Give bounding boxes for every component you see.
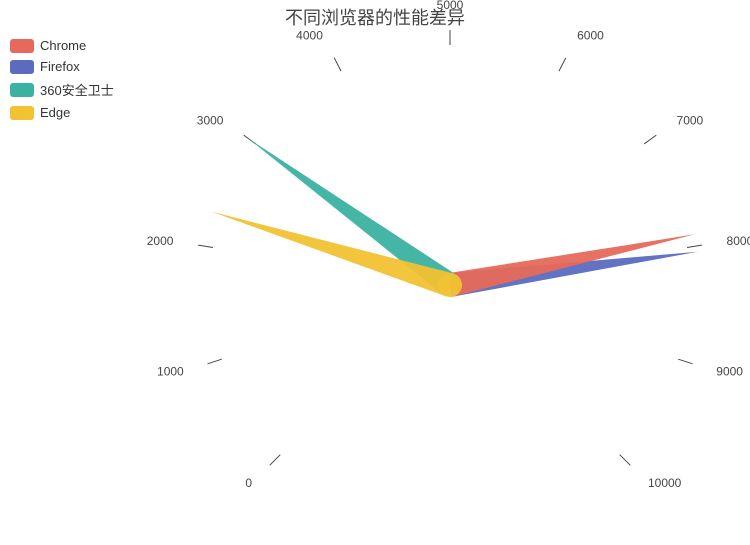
gauge-chart: 0100020003000400050006000700080009000100… [160,20,740,540]
legend-swatch [10,106,34,120]
gauge-tick-label: 1000 [157,365,184,379]
gauge-tick-label: 10000 [648,476,682,490]
gauge-needle [448,234,695,296]
gauge-cap [438,273,462,297]
legend: Chrome Firefox 360安全卫士 Edge [10,38,114,120]
legend-item-360[interactable]: 360安全卫士 [10,80,114,99]
gauge-tick-label: 4000 [296,29,323,43]
legend-item-edge[interactable]: Edge [10,105,114,120]
gauge-tick [678,359,692,364]
legend-label: Firefox [40,59,80,74]
gauge-tick [644,135,656,144]
legend-swatch [10,60,34,74]
gauge-tick [620,455,631,466]
gauge-tick-label: 5000 [437,0,464,12]
legend-swatch [10,39,34,53]
chart-root: 不同浏览器的性能差异 Chrome Firefox 360安全卫士 Edge 0… [0,0,750,545]
gauge-tick-label: 6000 [577,29,604,43]
legend-item-chrome[interactable]: Chrome [10,38,114,53]
gauge-tick [207,359,221,364]
gauge-tick-label: 7000 [677,113,704,127]
legend-label: 360安全卫士 [40,80,114,99]
gauge-tick [270,455,281,466]
gauge-tick-label: 2000 [147,234,174,248]
gauge-tick [334,58,341,71]
gauge-tick-label: 8000 [727,234,750,248]
gauge-tick [198,245,213,247]
legend-swatch [10,83,34,97]
gauge-tick-label: 3000 [197,113,224,127]
gauge-tick-label: 9000 [716,365,743,379]
gauge-tick [687,245,702,247]
legend-label: Edge [40,105,70,120]
gauge-tick-label: 0 [245,476,252,490]
gauge-tick [559,58,566,71]
legend-item-firefox[interactable]: Firefox [10,59,114,74]
legend-label: Chrome [40,38,86,53]
